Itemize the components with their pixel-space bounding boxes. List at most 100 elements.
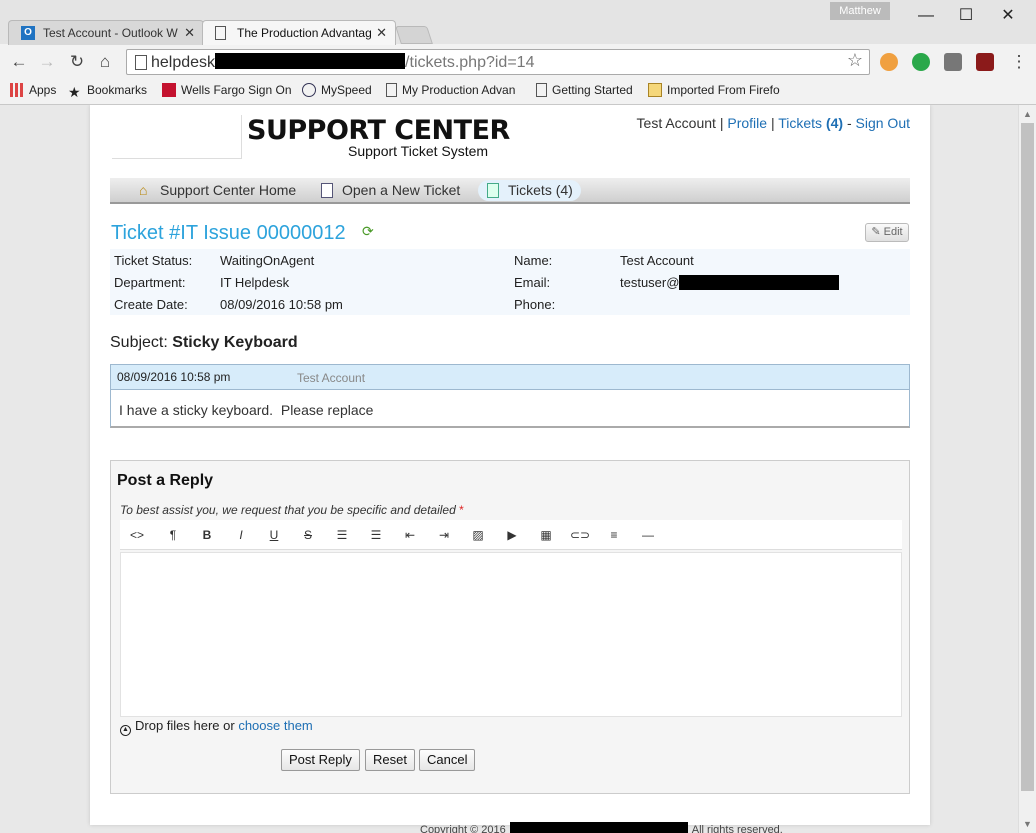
new-tab-button[interactable] [395, 26, 433, 44]
url-path: /tickets.php?id=14 [405, 54, 535, 71]
phone-label: Phone: [514, 297, 556, 312]
close-tab-icon[interactable]: ✕ [184, 21, 195, 45]
user-links: Test Account | Profile | Tickets (4) - S… [636, 115, 910, 131]
image-icon[interactable]: ▨ [467, 526, 489, 544]
subject-value: Sticky Keyboard [172, 334, 298, 351]
tickets-icon [487, 183, 499, 198]
reply-editor[interactable] [120, 552, 902, 717]
thread-entry-header: 08/09/2016 10:58 pm Test Account [111, 365, 909, 390]
edit-button[interactable]: ✎ Edit [865, 223, 909, 242]
extension-icon[interactable] [912, 53, 930, 71]
thread-entry: 08/09/2016 10:58 pm Test Account I have … [110, 364, 910, 428]
bold-icon[interactable]: B [196, 526, 218, 544]
wells-fargo-icon [162, 83, 176, 97]
table-icon[interactable]: ▦ [535, 526, 557, 544]
choose-files-link[interactable]: choose them [238, 718, 312, 733]
redacted-block [215, 53, 406, 69]
maximize-button[interactable]: ☐ [954, 6, 978, 26]
post-reply-button[interactable]: Post Reply [281, 749, 360, 771]
close-tab-icon[interactable]: ✕ [376, 21, 387, 45]
profile-badge[interactable]: Matthew [830, 2, 890, 20]
create-date-value: 08/09/2016 10:58 pm [220, 297, 343, 312]
minimize-button[interactable]: — [914, 6, 938, 26]
page-viewport: SUPPORT CENTER Support Ticket System Tes… [0, 105, 1018, 833]
redacted-block [679, 275, 840, 290]
user-name: Test Account [636, 115, 716, 131]
italic-icon[interactable]: I [230, 526, 252, 544]
scroll-up-arrow-icon[interactable]: ▲ [1023, 109, 1032, 119]
extension-icon[interactable] [880, 53, 898, 71]
profile-link[interactable]: Profile [727, 115, 767, 131]
indent-icon[interactable]: ⇥ [433, 526, 455, 544]
bookmark-star-icon[interactable]: ☆ [847, 50, 863, 71]
tab-title: Test Account - Outlook W [43, 26, 178, 40]
home-icon: ⌂ [139, 182, 148, 198]
page-footer: Copyright © 2016 All rights reserved. [420, 822, 783, 833]
refresh-icon[interactable]: ⟳ [362, 223, 374, 240]
browser-chrome: O Test Account - Outlook W ✕ The Product… [0, 0, 1036, 105]
folder-icon [648, 83, 662, 97]
bookmark-apps[interactable]: Apps [10, 82, 56, 98]
logo-frame [112, 115, 242, 159]
upload-icon: ▲ [120, 725, 131, 736]
cancel-button[interactable]: Cancel [419, 749, 476, 771]
title-bar: O Test Account - Outlook W ✕ The Product… [0, 0, 1036, 45]
tickets-link[interactable]: Tickets (4) [778, 115, 843, 131]
tab-production-advantage[interactable]: The Production Advantag ✕ [202, 20, 396, 45]
star-icon: ★ [68, 84, 81, 100]
nav-tickets[interactable]: Tickets (4) [478, 180, 581, 201]
bookmark-production-advantage[interactable]: My Production Advan [386, 82, 515, 98]
bookmark-wells-fargo[interactable]: Wells Fargo Sign On [162, 82, 292, 98]
page-info-icon[interactable] [135, 55, 147, 70]
required-mark: * [459, 503, 464, 517]
page-icon [536, 83, 547, 97]
tab-title: The Production Advantag [237, 26, 372, 40]
new-ticket-icon [321, 183, 333, 198]
editor-toolbar: <> ¶ B I U S ☰ ☰ ⇤ ⇥ ▨ ▶ ▦ ⊂⊃ ≡ — [120, 520, 902, 550]
scroll-down-arrow-icon[interactable]: ▼ [1023, 819, 1032, 829]
extension-icon[interactable] [944, 53, 962, 71]
link-icon[interactable]: ⊂⊃ [569, 526, 591, 544]
bookmark-getting-started[interactable]: Getting Started [536, 82, 633, 98]
video-icon[interactable]: ▶ [501, 526, 523, 544]
reset-button[interactable]: Reset [365, 749, 415, 771]
page-icon [386, 83, 397, 97]
reply-title: Post a Reply [117, 472, 214, 489]
menu-icon[interactable]: ⋮ [1008, 51, 1030, 73]
department-label: Department: [114, 275, 186, 290]
department-value: IT Helpdesk [220, 275, 290, 290]
file-dropzone[interactable]: ▲ Drop files here or choose them [120, 718, 313, 736]
paragraph-icon[interactable]: ¶ [162, 526, 184, 544]
bookmark-folder-firefox[interactable]: Imported From Firefo [648, 82, 780, 98]
reload-icon[interactable]: ↻ [66, 51, 88, 73]
forward-icon[interactable]: → [36, 51, 58, 73]
home-button-icon[interactable]: ⌂ [94, 51, 116, 73]
bookmark-bookmarks[interactable]: ★ Bookmarks [68, 82, 147, 99]
sign-out-link[interactable]: Sign Out [856, 115, 910, 131]
redacted-block [509, 822, 688, 833]
nav-support-center-home[interactable]: ⌂ Support Center Home [130, 180, 304, 201]
vertical-scrollbar[interactable]: ▲ ▼ [1018, 105, 1036, 833]
thread-date: 08/09/2016 10:58 pm [117, 370, 231, 384]
outdent-icon[interactable]: ⇤ [399, 526, 421, 544]
unordered-list-icon[interactable]: ☰ [331, 526, 353, 544]
email-label: Email: [514, 275, 551, 290]
strikethrough-icon[interactable]: S [297, 526, 319, 544]
thread-author: Test Account [297, 371, 366, 385]
scroll-thumb[interactable] [1021, 123, 1034, 791]
ordered-list-icon[interactable]: ☰ [365, 526, 387, 544]
back-icon[interactable]: ← [8, 51, 30, 73]
apps-grid-icon [10, 83, 24, 97]
tab-outlook[interactable]: O Test Account - Outlook W ✕ [8, 20, 204, 45]
horizontal-rule-icon[interactable]: — [637, 526, 659, 544]
underline-icon[interactable]: U [263, 526, 285, 544]
address-bar[interactable]: helpdesk/tickets.php?id=14 ☆ [126, 49, 870, 75]
nav-open-new-ticket[interactable]: Open a New Ticket [312, 180, 468, 201]
status-label: Ticket Status: [114, 253, 193, 268]
ticket-info-panel: Ticket Status: WaitingOnAgent Department… [110, 249, 910, 315]
bookmark-myspeed[interactable]: MySpeed [302, 82, 372, 98]
align-icon[interactable]: ≡ [603, 526, 625, 544]
close-window-button[interactable]: ✕ [996, 6, 1020, 26]
html-icon[interactable]: <> [126, 526, 148, 544]
pdf-extension-icon[interactable] [976, 53, 994, 71]
